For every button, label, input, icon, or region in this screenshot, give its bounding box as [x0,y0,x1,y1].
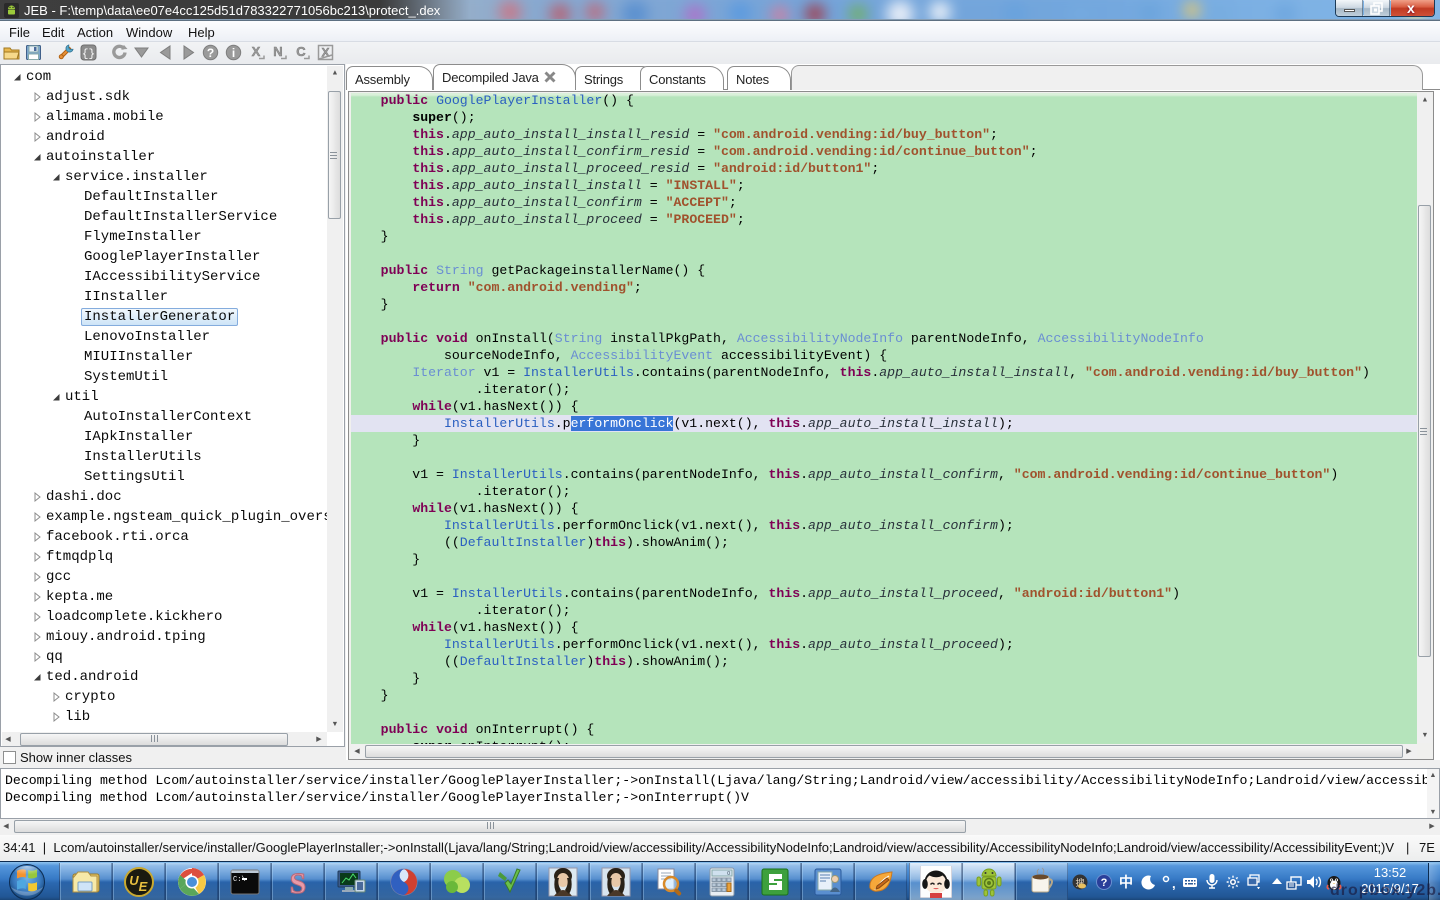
svg-text:X: X [252,44,261,59]
svg-text:0: 0 [727,871,730,877]
svg-text:i: i [232,46,235,60]
svg-text:{}: {} [82,49,95,61]
svg-text:?: ? [207,46,214,60]
svg-text:E: E [139,879,148,894]
svg-text:N: N [273,44,282,59]
svg-text:,: , [1172,876,1176,890]
svg-text:?: ? [1101,877,1108,889]
svg-text:C: C [296,44,306,59]
svg-text:中: 中 [1119,874,1133,890]
svg-text:S: S [290,867,307,898]
